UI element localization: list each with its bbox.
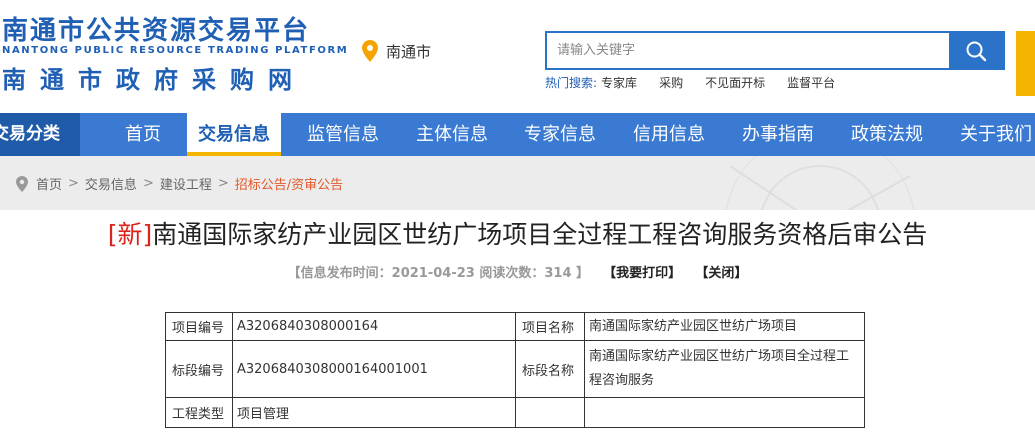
breadcrumb-separator: > [68,176,79,191]
site-header: 南通市公共资源交易平台 NANTONG PUBLIC RESOURCE TRAD… [0,0,1035,113]
nav-item-trading-info[interactable]: 交易信息 [187,113,281,156]
hot-search-link[interactable]: 不见面开标 [705,74,765,91]
search-input[interactable] [547,33,951,68]
nav-item-about[interactable]: 关于我们 [960,113,1032,156]
table-row: 项目编号 A3206840308000164 项目名称 南通国际家纺产业园区世纺… [165,312,865,341]
table-cell-value: 南通国际家纺产业园区世纺广场项目全过程工程咨询服务 [584,340,865,398]
article-meta: 【信息发布时间：2021-04-23 阅读次数：314 】 【我要打印】 【关闭… [0,262,1035,281]
hot-search-label: 热门搜索: [545,76,598,90]
location-pin-icon [362,40,378,62]
nav-category-button[interactable]: 交易分类 [0,113,80,156]
table-cell-label: 工程类型 [165,397,233,428]
hot-search-link[interactable]: 监督平台 [787,74,835,91]
location-selector[interactable]: 南通市 [362,40,431,62]
close-link[interactable]: 【关闭】 [695,266,747,281]
nav-item-guide[interactable]: 办事指南 [742,113,814,156]
table-cell-value: 项目管理 [232,397,516,428]
table-row: 标段编号 A3206840308000164001001 标段名称 南通国际家纺… [165,340,865,398]
nav-item-entity-info[interactable]: 主体信息 [416,113,488,156]
table-cell-value: A3206840308000164 [232,312,516,341]
table-row: 工程类型 项目管理 [165,397,865,428]
article-title-text: 南通国际家纺产业园区世纺广场项目全过程工程咨询服务资格后审公告 [152,220,928,249]
location-label: 南通市 [386,42,432,61]
table-cell-label: 标段编号 [165,340,233,398]
nav-item-supervision[interactable]: 监管信息 [307,113,379,156]
breadcrumb-band: 首页 > 交易信息 > 建设工程 > 招标公告/资审公告 [0,156,1035,210]
breadcrumb-separator: > [217,176,229,191]
breadcrumb-current[interactable]: 招标公告/资审公告 [235,174,343,193]
breadcrumb-link-trading[interactable]: 交易信息 [85,174,137,193]
search-button[interactable] [949,33,1003,68]
breadcrumb-link-construction[interactable]: 建设工程 [160,174,212,193]
table-cell-value: A3206840308000164001001 [232,340,516,398]
table-cell-value: 南通国际家纺产业园区世纺广场项目 [584,312,865,341]
table-cell-value [584,397,865,428]
breadcrumb: 首页 > 交易信息 > 建设工程 > 招标公告/资审公告 [16,174,343,193]
print-link[interactable]: 【我要打印】 [603,266,681,281]
search-box [545,31,1005,70]
nav-item-credit-info[interactable]: 信用信息 [633,113,705,156]
nav-item-home[interactable]: 首页 [125,113,161,156]
location-pin-icon [16,175,28,192]
site-logo-english: NANTONG PUBLIC RESOURCE TRADING PLATFORM [2,45,349,56]
main-nav: 交易分类 首页 交易信息 监管信息 主体信息 专家信息 信用信息 办事指南 政策… [0,113,1035,156]
table-cell-label [515,397,585,428]
table-cell-label: 项目名称 [515,312,585,341]
hot-search-link[interactable]: 专家库 [601,74,637,91]
project-info-table: 项目编号 A3206840308000164 项目名称 南通国际家纺产业园区世纺… [165,312,865,428]
decorative-network-graphic [725,156,915,210]
new-tag: [新] [107,220,153,249]
hot-search: 热门搜索: 专家库 采购 不见面开标 监督平台 [545,74,857,91]
breadcrumb-link-home[interactable]: 首页 [36,174,62,193]
nav-item-expert-info[interactable]: 专家信息 [524,113,596,156]
publish-info: 【信息发布时间：2021-04-23 阅读次数：314 】 [287,266,590,281]
search-icon [966,41,987,61]
article-title: [新]南通国际家纺产业园区世纺广场项目全过程工程咨询服务资格后审公告 [0,215,1035,251]
site-logo-subtitle: 南通市政府采购网 [2,66,306,94]
table-cell-label: 标段名称 [515,340,585,398]
hot-search-link[interactable]: 采购 [659,74,683,91]
nav-item-policy[interactable]: 政策法规 [851,113,923,156]
breadcrumb-separator: > [142,176,154,191]
side-tab[interactable] [1016,31,1035,96]
table-cell-label: 项目编号 [165,312,233,341]
site-logo-title[interactable]: 南通市公共资源交易平台 [2,10,310,47]
